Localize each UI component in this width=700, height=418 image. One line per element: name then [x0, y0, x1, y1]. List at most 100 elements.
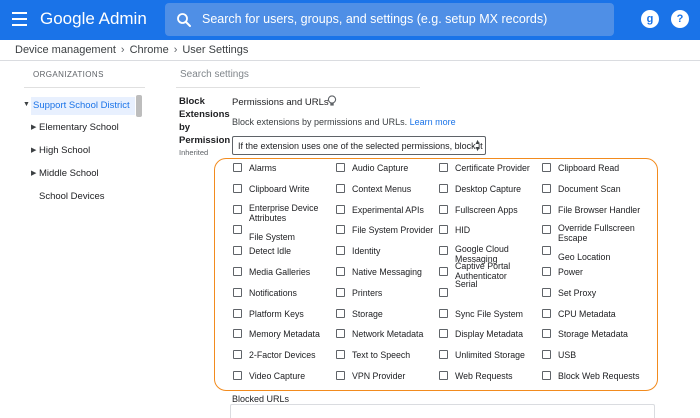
- organizations-heading: ORGANIZATIONS: [33, 70, 104, 79]
- expand-down-icon[interactable]: ▼: [23, 101, 30, 108]
- permission-label: Certificate Provider: [455, 163, 530, 173]
- checkbox-media-galleries[interactable]: [233, 267, 242, 276]
- permission-label: Display Metadata: [455, 329, 523, 340]
- checkbox-file-browser-handler[interactable]: [542, 204, 551, 214]
- checkbox-document-scan[interactable]: [542, 183, 551, 193]
- checkbox-file-system[interactable]: [233, 225, 242, 235]
- permission-label: Geo Location: [558, 252, 611, 263]
- checkbox-unlimited-storage[interactable]: [439, 350, 448, 360]
- permission-label: Clipboard Read: [558, 163, 620, 173]
- permission-label: Fullscreen Apps: [455, 204, 518, 215]
- checkbox-storage-metadata[interactable]: [542, 329, 551, 339]
- checkbox-certificate-provider[interactable]: [439, 163, 448, 172]
- checkbox-block-web-requests[interactable]: [542, 371, 551, 380]
- checkbox-enterprise-device-attributes[interactable]: [233, 204, 242, 214]
- breadcrumb: Device management › Chrome › User Settings: [15, 44, 248, 56]
- checkbox-printers[interactable]: [336, 287, 345, 297]
- checkbox-native-messaging[interactable]: [336, 267, 345, 276]
- permission-label: Power: [558, 267, 583, 277]
- account-avatar[interactable]: g: [641, 10, 659, 28]
- checkbox-network-metadata[interactable]: [336, 329, 345, 339]
- org-item-elementary-school[interactable]: Elementary School: [39, 122, 119, 133]
- permission-label: Clipboard Write: [249, 183, 310, 194]
- app-title[interactable]: Google Admin: [40, 9, 147, 29]
- checkbox-usb[interactable]: [542, 350, 551, 360]
- breadcrumb-chrome[interactable]: Chrome: [130, 44, 169, 56]
- permission-label: Identity: [352, 246, 381, 257]
- org-item-support-school-district[interactable]: Support School District: [31, 97, 135, 115]
- permission-label: Printers: [352, 287, 383, 298]
- org-item-middle-school[interactable]: Middle School: [39, 168, 99, 179]
- permission-label: HID: [455, 225, 471, 236]
- checkbox-text-to-speech[interactable]: [336, 350, 345, 360]
- checkbox-file-system-provider[interactable]: [336, 225, 345, 235]
- checkbox-serial[interactable]: [439, 287, 448, 297]
- checkbox-2-factor-devices[interactable]: [233, 350, 242, 360]
- section-title: Permissions and URLs: [232, 97, 329, 108]
- expand-right-icon[interactable]: ▶: [31, 146, 36, 154]
- permission-label: Enterprise Device Attributes: [249, 202, 319, 223]
- top-bar: Google Admin Search for users, groups, a…: [0, 0, 700, 40]
- permission-label: Context Menus: [352, 183, 412, 194]
- sidebar-scrollbar[interactable]: [136, 95, 142, 117]
- breadcrumb-user-settings: User Settings: [182, 44, 249, 56]
- checkbox-detect-idle[interactable]: [233, 246, 242, 256]
- description-text: Block extensions by permissions and URLs…: [232, 117, 408, 127]
- permission-label: Notifications: [249, 287, 297, 298]
- checkbox-memory-metadata[interactable]: [233, 329, 242, 339]
- permission-label: Desktop Capture: [455, 183, 522, 194]
- checkbox-geo-location[interactable]: [542, 246, 551, 256]
- blocked-urls-label: Blocked URLs: [232, 394, 290, 404]
- checkbox-vpn-provider[interactable]: [336, 371, 345, 380]
- checkbox-web-requests[interactable]: [439, 371, 448, 380]
- checkbox-google-cloud-messaging[interactable]: [439, 246, 448, 256]
- checkbox-experimental-apis[interactable]: [336, 204, 345, 214]
- permission-label: Alarms: [249, 163, 277, 173]
- description: Block extensions by permissions and URLs…: [232, 117, 456, 127]
- settings-search-input[interactable]: Search settings: [180, 69, 249, 80]
- checkbox-clipboard-read[interactable]: [542, 163, 551, 172]
- checkbox-alarms[interactable]: [233, 163, 242, 172]
- block-mode-select[interactable]: If the extension uses one of the selecte…: [232, 136, 486, 155]
- permission-label: USB: [558, 350, 577, 361]
- expand-right-icon[interactable]: ▶: [31, 169, 36, 177]
- checkbox-override-fullscreen-escape[interactable]: [542, 225, 551, 235]
- permission-label: Experimental APIs: [352, 204, 424, 215]
- checkbox-storage[interactable]: [336, 308, 345, 318]
- checkbox-set-proxy[interactable]: [542, 287, 551, 297]
- permission-label: Document Scan: [558, 183, 621, 194]
- checkbox-sync-file-system[interactable]: [439, 308, 448, 318]
- checkbox-desktop-capture[interactable]: [439, 183, 448, 193]
- menu-icon[interactable]: [12, 12, 27, 26]
- help-icon[interactable]: ?: [671, 10, 689, 28]
- checkbox-cpu-metadata[interactable]: [542, 308, 551, 318]
- org-item-high-school[interactable]: High School: [39, 145, 90, 156]
- checkbox-clipboard-write[interactable]: [233, 183, 242, 193]
- search-bar[interactable]: Search for users, groups, and settings (…: [165, 3, 614, 36]
- search-input[interactable]: Search for users, groups, and settings (…: [202, 12, 547, 26]
- checkbox-context-menus[interactable]: [336, 183, 345, 193]
- checkbox-notifications[interactable]: [233, 287, 242, 297]
- checkbox-display-metadata[interactable]: [439, 329, 448, 339]
- permission-label: Media Galleries: [249, 267, 311, 277]
- lightbulb-icon[interactable]: [327, 95, 337, 107]
- checkbox-power[interactable]: [542, 267, 551, 276]
- checkbox-video-capture[interactable]: [233, 371, 242, 380]
- expand-right-icon[interactable]: ▶: [31, 123, 36, 131]
- org-item-school-devices[interactable]: School Devices: [39, 191, 104, 202]
- select-arrows-icon: ▲ ▼: [474, 139, 481, 153]
- checkbox-identity[interactable]: [336, 246, 345, 256]
- permission-label: Sync File System: [455, 308, 523, 319]
- permission-label: Platform Keys: [249, 308, 304, 319]
- checkbox-hid[interactable]: [439, 225, 448, 235]
- checkbox-platform-keys[interactable]: [233, 308, 242, 318]
- permission-label: Audio Capture: [352, 163, 409, 173]
- checkbox-fullscreen-apps[interactable]: [439, 204, 448, 214]
- permission-label: Unlimited Storage: [455, 350, 525, 361]
- checkbox-captive-portal-authenticator[interactable]: [439, 267, 448, 276]
- breadcrumb-device-management[interactable]: Device management: [15, 44, 116, 56]
- select-value: If the extension uses one of the selecte…: [238, 141, 483, 151]
- permission-label: Detect Idle: [249, 246, 292, 257]
- learn-more-link[interactable]: Learn more: [410, 117, 456, 127]
- checkbox-audio-capture[interactable]: [336, 163, 345, 172]
